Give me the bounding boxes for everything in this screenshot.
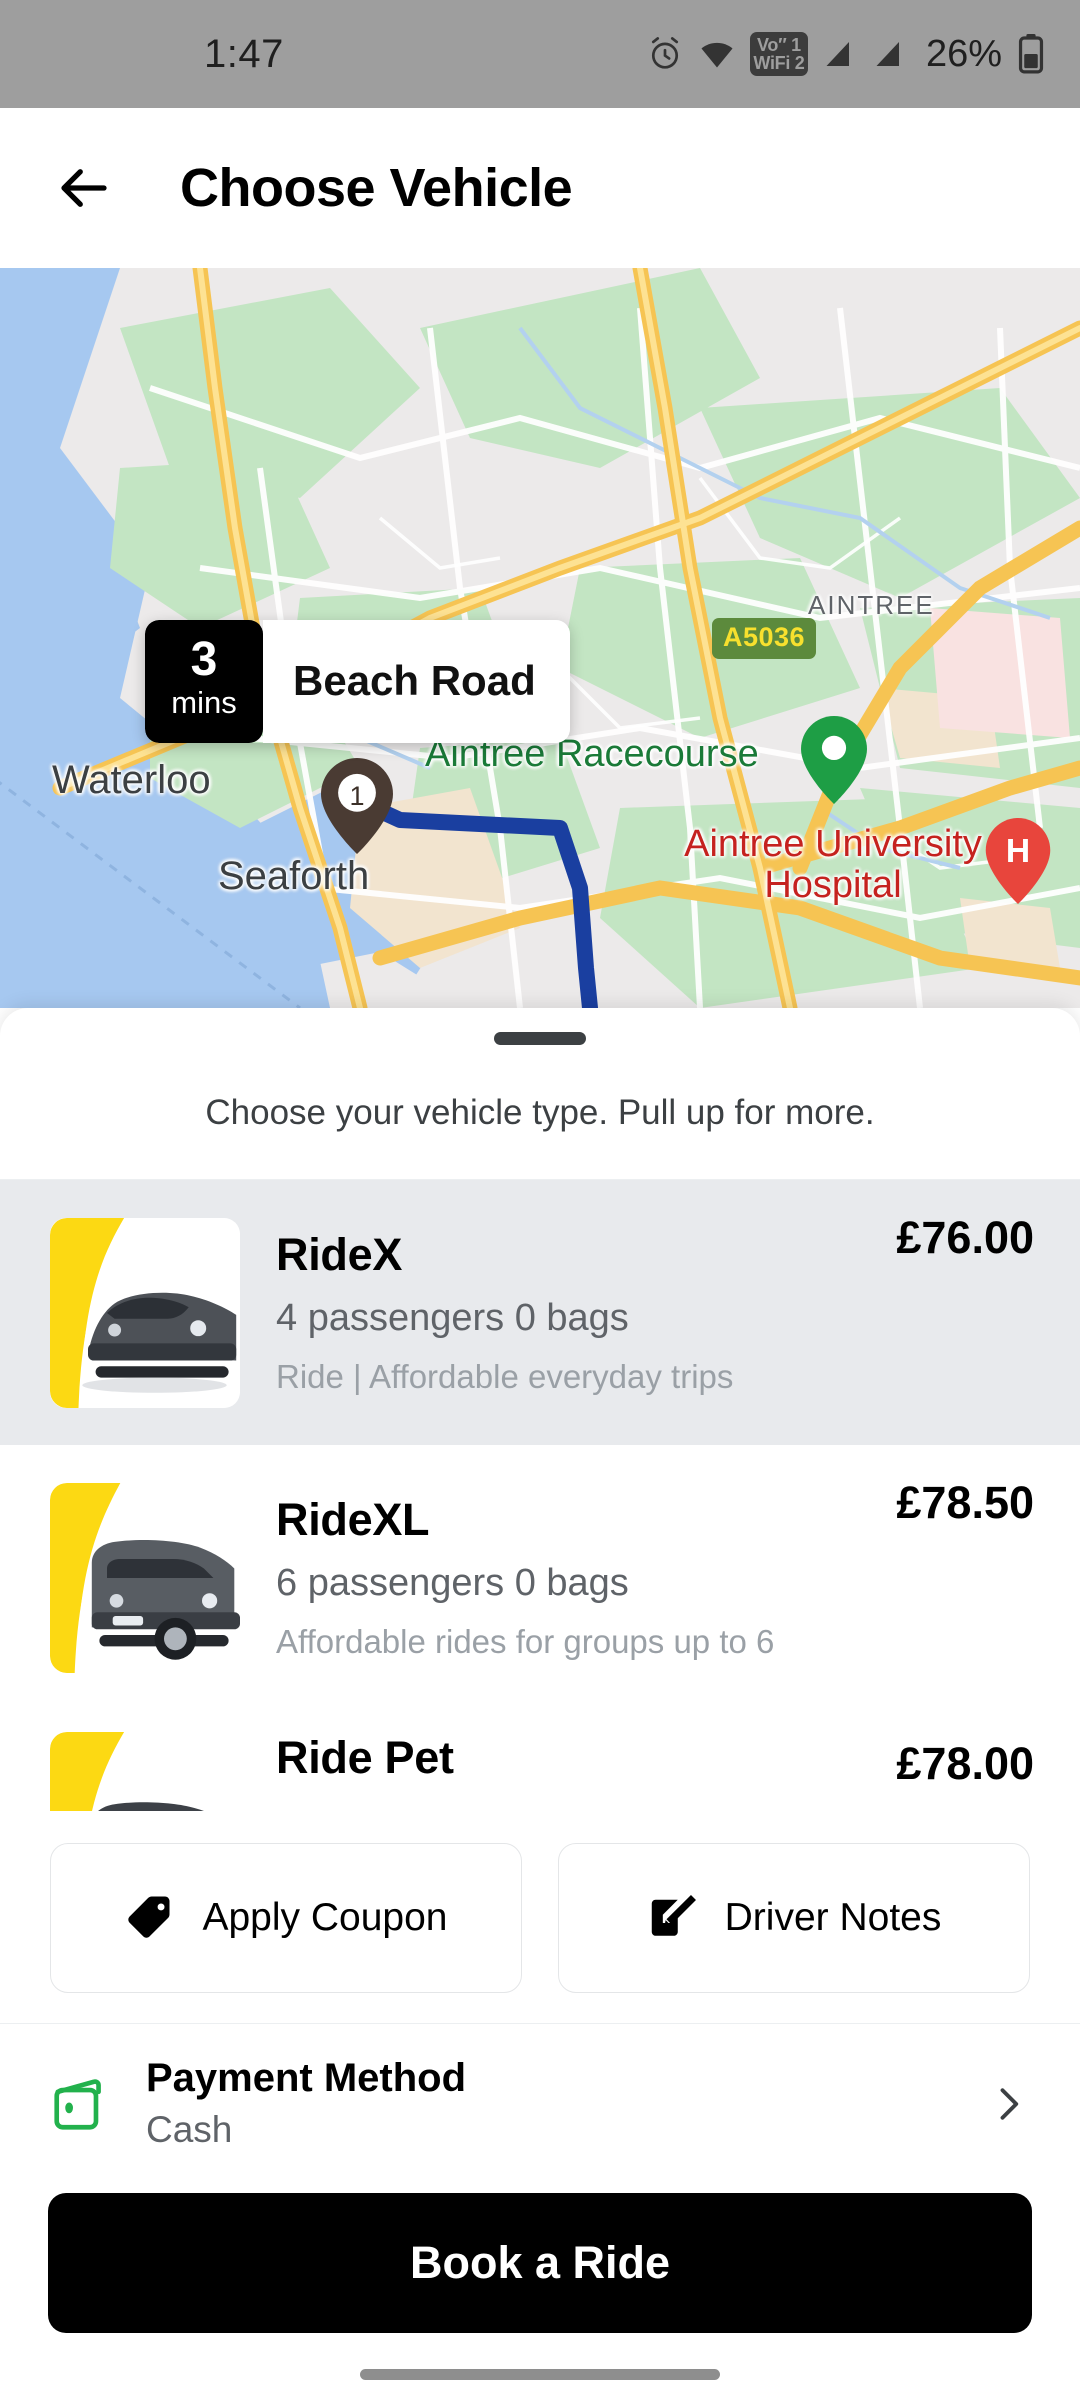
eta-callout[interactable]: 3 mins Beach Road bbox=[145, 620, 570, 743]
edit-note-icon bbox=[651, 1895, 696, 1936]
payment-texts: Payment Method Cash bbox=[146, 2056, 952, 2151]
arrow-left-icon bbox=[61, 169, 107, 207]
chevron-right-icon bbox=[1000, 2087, 1019, 2120]
status-icons: Vo″ 1 WiFi 2 26% bbox=[646, 32, 1046, 76]
map-view[interactable]: Waterloo Seaforth Bootle AINTREE Aintree… bbox=[0, 268, 1080, 1008]
vehicle-name: RideXL bbox=[276, 1494, 430, 1545]
pickup-pin-icon: 1 bbox=[321, 758, 393, 854]
vehicle-price: £78.50 bbox=[896, 1477, 1034, 1528]
vehicle-thumbnail bbox=[50, 1217, 240, 1408]
pickup-name: Beach Road bbox=[263, 620, 570, 743]
vowifi-line1: Vo″ 1 bbox=[757, 35, 801, 55]
svg-text:H: H bbox=[1006, 833, 1030, 870]
signal-2-icon bbox=[876, 42, 899, 66]
book-a-ride-label: Book a Ride bbox=[409, 2237, 671, 2288]
tag-icon bbox=[128, 1896, 170, 1938]
app-header: Choose Vehicle bbox=[0, 108, 1080, 268]
svg-text:1: 1 bbox=[349, 781, 364, 811]
vehicle-thumbnail bbox=[50, 1482, 240, 1673]
payment-method-title: Payment Method bbox=[146, 2056, 467, 2100]
vehicle-name: Ride Pet bbox=[276, 1732, 454, 1783]
back-button[interactable] bbox=[50, 154, 118, 222]
wifi-icon bbox=[701, 42, 733, 68]
eta-unit: mins bbox=[171, 685, 237, 720]
payment-method-value: Cash bbox=[146, 2109, 233, 2150]
vowifi-line2: WiFi 2 bbox=[753, 53, 805, 73]
eta-value: 3 bbox=[190, 633, 218, 686]
apply-coupon-label: Apply Coupon bbox=[202, 1896, 448, 1939]
sheet-hint: Choose your vehicle type. Pull up for mo… bbox=[205, 1093, 875, 1132]
alarm-icon bbox=[651, 37, 679, 69]
vehicle-info: RideX 4 passengers 0 bags Ride | Afforda… bbox=[276, 1229, 860, 1396]
vehicle-info: Ride Pet bbox=[276, 1732, 860, 1784]
car-sedan-icon bbox=[50, 1217, 240, 1408]
hospital-pin-icon: H bbox=[985, 818, 1051, 904]
battery-icon bbox=[1018, 34, 1044, 74]
eta-badge: 3 mins bbox=[145, 620, 263, 743]
vowifi-icon: Vo″ 1 WiFi 2 bbox=[749, 32, 808, 76]
quick-actions: Apply Coupon Driver Notes bbox=[0, 1821, 1080, 2023]
vehicle-price: £76.00 bbox=[896, 1212, 1034, 1263]
wallet-icon bbox=[54, 2078, 101, 2130]
vehicle-name: RideX bbox=[276, 1229, 403, 1280]
status-time: 1:47 bbox=[204, 31, 284, 76]
payment-method-row[interactable]: Payment Method Cash bbox=[0, 2024, 1080, 2179]
road-shield-a5036: A5036 bbox=[712, 618, 817, 659]
vehicle-info: RideXL 6 passengers 0 bags Affordable ri… bbox=[276, 1494, 860, 1661]
driver-notes-button[interactable]: Driver Notes bbox=[558, 1843, 1030, 1993]
vehicle-description: Affordable rides for groups up to 6 bbox=[276, 1623, 775, 1660]
vehicle-capacity: 6 passengers 0 bags bbox=[276, 1562, 629, 1604]
status-bar: 1:47 Vo″ 1 WiFi 2 26% bbox=[0, 0, 1080, 108]
vehicle-description: Ride | Affordable everyday trips bbox=[276, 1358, 734, 1395]
signal-1-icon bbox=[826, 42, 849, 66]
vehicle-option-ridex[interactable]: RideX 4 passengers 0 bags Ride | Afforda… bbox=[0, 1180, 1080, 1445]
sheet-grabber[interactable] bbox=[494, 1032, 586, 1045]
driver-notes-label: Driver Notes bbox=[724, 1896, 942, 1939]
apply-coupon-button[interactable]: Apply Coupon bbox=[50, 1843, 522, 1993]
home-indicator bbox=[360, 2369, 720, 2380]
book-a-ride-button[interactable]: Book a Ride bbox=[48, 2193, 1032, 2333]
battery-percent: 26% bbox=[925, 32, 1002, 75]
bottom-action-area: Apply Coupon Driver Notes Payment Method… bbox=[0, 1811, 1080, 2400]
car-van-icon bbox=[50, 1482, 240, 1673]
vehicle-capacity: 4 passengers 0 bags bbox=[276, 1297, 629, 1339]
page-title: Choose Vehicle bbox=[180, 158, 573, 218]
destination-pin-icon bbox=[801, 716, 867, 804]
vehicle-option-ridexl[interactable]: RideXL 6 passengers 0 bags Affordable ri… bbox=[0, 1445, 1080, 1710]
vehicle-price: £78.00 bbox=[896, 1738, 1034, 1789]
